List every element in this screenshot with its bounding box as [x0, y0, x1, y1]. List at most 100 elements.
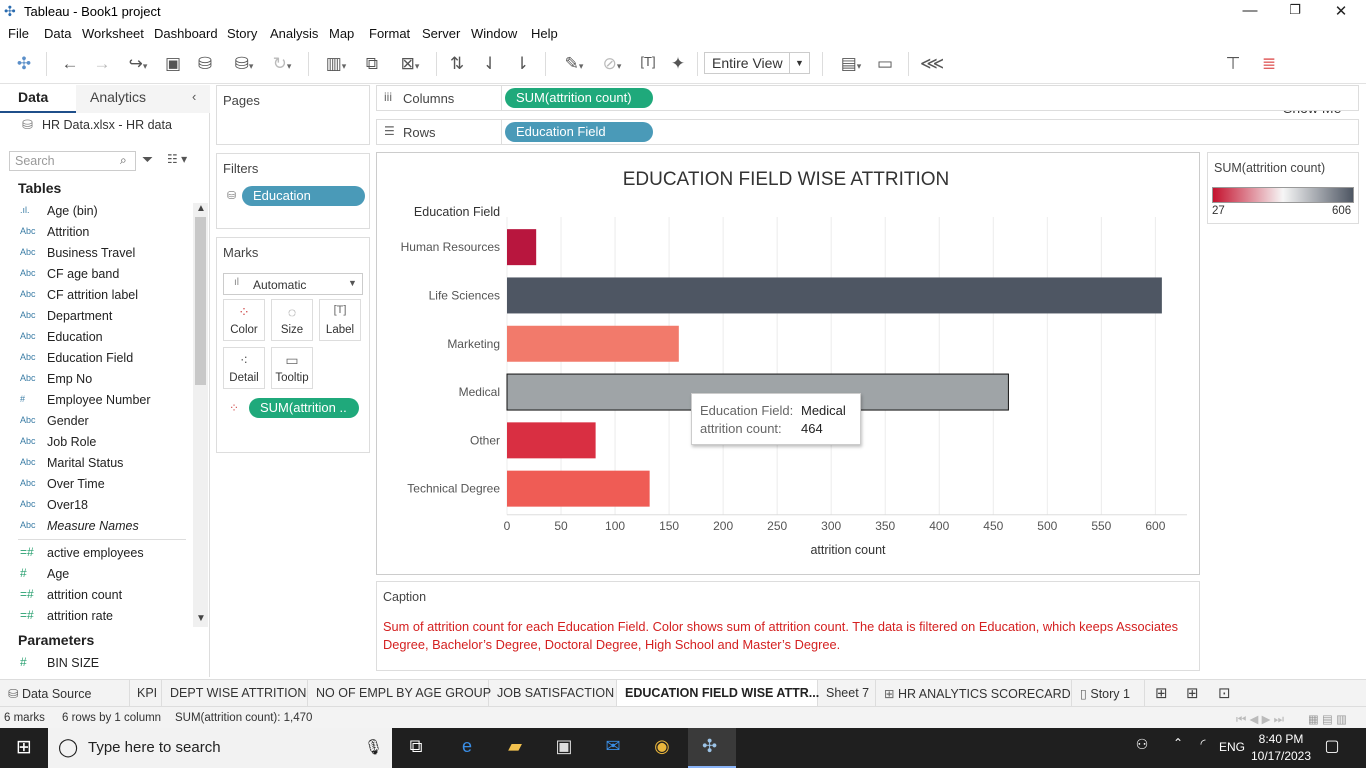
rows-pill[interactable]: Education Field — [505, 122, 653, 142]
columns-shelf[interactable]: iii Columns SUM(attrition count) — [376, 85, 1359, 111]
rows-shelf[interactable]: ☰ Rows Education Field — [376, 119, 1359, 145]
undo-icon[interactable]: ← — [59, 54, 81, 74]
format-painter-icon[interactable]: ⊤ — [1222, 54, 1244, 74]
category-label[interactable]: Marketing — [447, 337, 500, 351]
category-label[interactable]: Other — [470, 433, 500, 447]
language-indicator[interactable]: ENG — [1219, 740, 1245, 754]
field-item[interactable]: =# active employees — [0, 543, 190, 564]
field-search-input[interactable]: Search ⌕ — [9, 151, 136, 171]
menu-story[interactable]: Story — [227, 26, 257, 41]
tab-hr-analytics-scorecard[interactable]: ⊞ HR ANALYTICS SCORECARD — [876, 680, 1072, 707]
file-explorer-icon[interactable]: ▰ — [503, 736, 527, 760]
field-item[interactable]: Abc Measure Names — [0, 516, 190, 537]
field-item[interactable]: Abc Job Role — [0, 432, 190, 453]
field-item[interactable]: =# attrition count — [0, 585, 190, 606]
new-data-source-icon[interactable]: ⛁ — [195, 54, 215, 74]
replay-icon[interactable]: ↪▾ — [121, 54, 155, 74]
bar-life-sciences[interactable] — [507, 277, 1162, 314]
sort-descending-icon[interactable]: ⇂ — [511, 54, 533, 74]
label-button[interactable]: [T] Label — [319, 299, 361, 341]
columns-pill[interactable]: SUM(attrition count) — [505, 88, 653, 108]
field-item[interactable]: Abc Department — [0, 306, 190, 327]
field-item[interactable]: Abc Education — [0, 327, 190, 348]
chevron-down-icon[interactable]: ▼ — [789, 53, 809, 73]
chrome-icon[interactable]: ◉ — [650, 736, 674, 760]
detail-button[interactable]: ⁖ Detail — [223, 347, 265, 389]
tab-job-satisfaction[interactable]: JOB SATISFACTION — [489, 680, 617, 707]
category-label[interactable]: Technical Degree — [407, 482, 500, 496]
view-mode-select[interactable]: Entire View ▼ — [704, 52, 810, 74]
filter-pill-education[interactable]: Education — [242, 186, 365, 206]
scroll-down-icon[interactable]: ▼ — [196, 613, 206, 624]
data-source-name[interactable]: HR Data.xlsx - HR data — [42, 118, 172, 132]
field-item[interactable]: Abc Marital Status — [0, 453, 190, 474]
minimize-button[interactable]: — — [1240, 2, 1260, 20]
field-item[interactable]: # Employee Number — [0, 390, 190, 411]
category-label[interactable]: Medical — [459, 385, 500, 399]
field-item[interactable]: Abc Over18 — [0, 495, 190, 516]
new-dashboard-icon[interactable]: ⊞ — [1186, 684, 1199, 702]
menu-worksheet[interactable]: Worksheet — [82, 26, 144, 41]
new-worksheet-icon[interactable]: ▥▾ — [318, 54, 354, 74]
tab-education-field-wise-attrition[interactable]: EDUCATION FIELD WISE ATTR... — [617, 680, 819, 707]
bar-marketing[interactable] — [507, 325, 679, 362]
size-button[interactable]: ◌ Size — [271, 299, 313, 341]
mail-icon[interactable]: ✉ — [601, 736, 625, 760]
marks-pill-attrition[interactable]: SUM(attrition .. — [249, 398, 359, 418]
edge-icon[interactable]: e — [455, 736, 479, 760]
field-item[interactable]: Abc CF age band — [0, 264, 190, 285]
tableau-home-icon[interactable]: ✣ — [14, 54, 34, 74]
redo-icon[interactable]: → — [91, 54, 113, 74]
color-button[interactable]: ⁘ Color — [223, 299, 265, 341]
clock-date[interactable]: 10/17/2023 — [1250, 749, 1312, 763]
scrollbar-thumb[interactable] — [195, 217, 206, 385]
people-icon[interactable]: ⚇ — [1130, 736, 1154, 760]
task-view-icon[interactable]: ⧉ — [404, 736, 428, 760]
field-item[interactable]: Abc CF attrition label — [0, 285, 190, 306]
collapse-pane-icon[interactable]: ‹ — [192, 89, 196, 104]
menu-analysis[interactable]: Analysis — [270, 26, 318, 41]
group-members-icon[interactable]: ⊘▾ — [595, 54, 629, 74]
save-icon[interactable]: ▣ — [163, 54, 183, 74]
restore-button[interactable]: ❐ — [1285, 2, 1305, 20]
parameter-item[interactable]: # BIN SIZE — [0, 653, 190, 674]
clear-sheet-icon[interactable]: ⊠▾ — [392, 54, 428, 74]
field-item[interactable]: Abc Education Field — [0, 348, 190, 369]
menu-help[interactable]: Help — [531, 26, 558, 41]
scroll-up-icon[interactable]: ▲ — [196, 203, 206, 214]
field-item[interactable]: # Age — [0, 564, 190, 585]
tab-no-of-empl-by-age-group[interactable]: NO OF EMPL BY AGE GROUP — [308, 680, 491, 707]
view-options-icon[interactable]: ☷ ▾ — [167, 152, 187, 166]
share-icon[interactable]: ⋘ — [920, 54, 944, 74]
tab-sheet-7[interactable]: Sheet 7 — [818, 680, 876, 707]
filter-fields-icon[interactable]: ⏷ — [142, 151, 153, 168]
menu-data[interactable]: Data — [44, 26, 71, 41]
field-list-scrollbar[interactable]: ▲ ▼ — [193, 203, 208, 627]
field-item[interactable]: Abc Attrition — [0, 222, 190, 243]
field-item[interactable]: Abc Business Travel — [0, 243, 190, 264]
show-me-icon[interactable]: ≣ — [1258, 54, 1280, 74]
field-item[interactable]: Abc Over Time — [0, 474, 190, 495]
show-hidden-icons-icon[interactable]: ⌃ — [1166, 736, 1190, 760]
bar-human-resources[interactable] — [507, 229, 537, 266]
taskbar-search-box[interactable]: ◯ Type here to search 🎙 — [48, 728, 392, 768]
tab-story-1[interactable]: ▯ Story 1 — [1072, 680, 1145, 707]
page-navigation-icon[interactable]: ⏮ ◀ ▶ ⏭ — [1236, 712, 1284, 727]
notifications-icon[interactable]: ▢ — [1320, 736, 1344, 760]
pause-updates-icon[interactable]: ⛁▾ — [226, 54, 262, 74]
swap-rows-columns-icon[interactable]: ⇅ — [446, 54, 468, 74]
menu-map[interactable]: Map — [329, 26, 354, 41]
filters-shelf[interactable]: Filters ⛁ Education — [216, 153, 370, 229]
menu-file[interactable]: File — [8, 26, 29, 41]
mark-type-select[interactable]: ıl Automatic ▼ — [223, 273, 363, 295]
tooltip-button[interactable]: ▭ Tooltip — [271, 347, 313, 389]
new-worksheet-icon[interactable]: ⊞ — [1155, 684, 1168, 702]
presentation-mode-icon[interactable]: ▭ — [874, 54, 896, 74]
show-cards-icon[interactable]: ▤▾ — [833, 54, 869, 74]
tab-kpi[interactable]: KPI — [130, 680, 162, 707]
menu-window[interactable]: Window — [471, 26, 517, 41]
highlight-icon[interactable]: ✎▾ — [557, 54, 591, 74]
field-item[interactable]: Abc Emp No — [0, 369, 190, 390]
bar-other[interactable] — [507, 422, 596, 459]
color-legend[interactable]: SUM(attrition count) 27 606 — [1207, 152, 1359, 224]
